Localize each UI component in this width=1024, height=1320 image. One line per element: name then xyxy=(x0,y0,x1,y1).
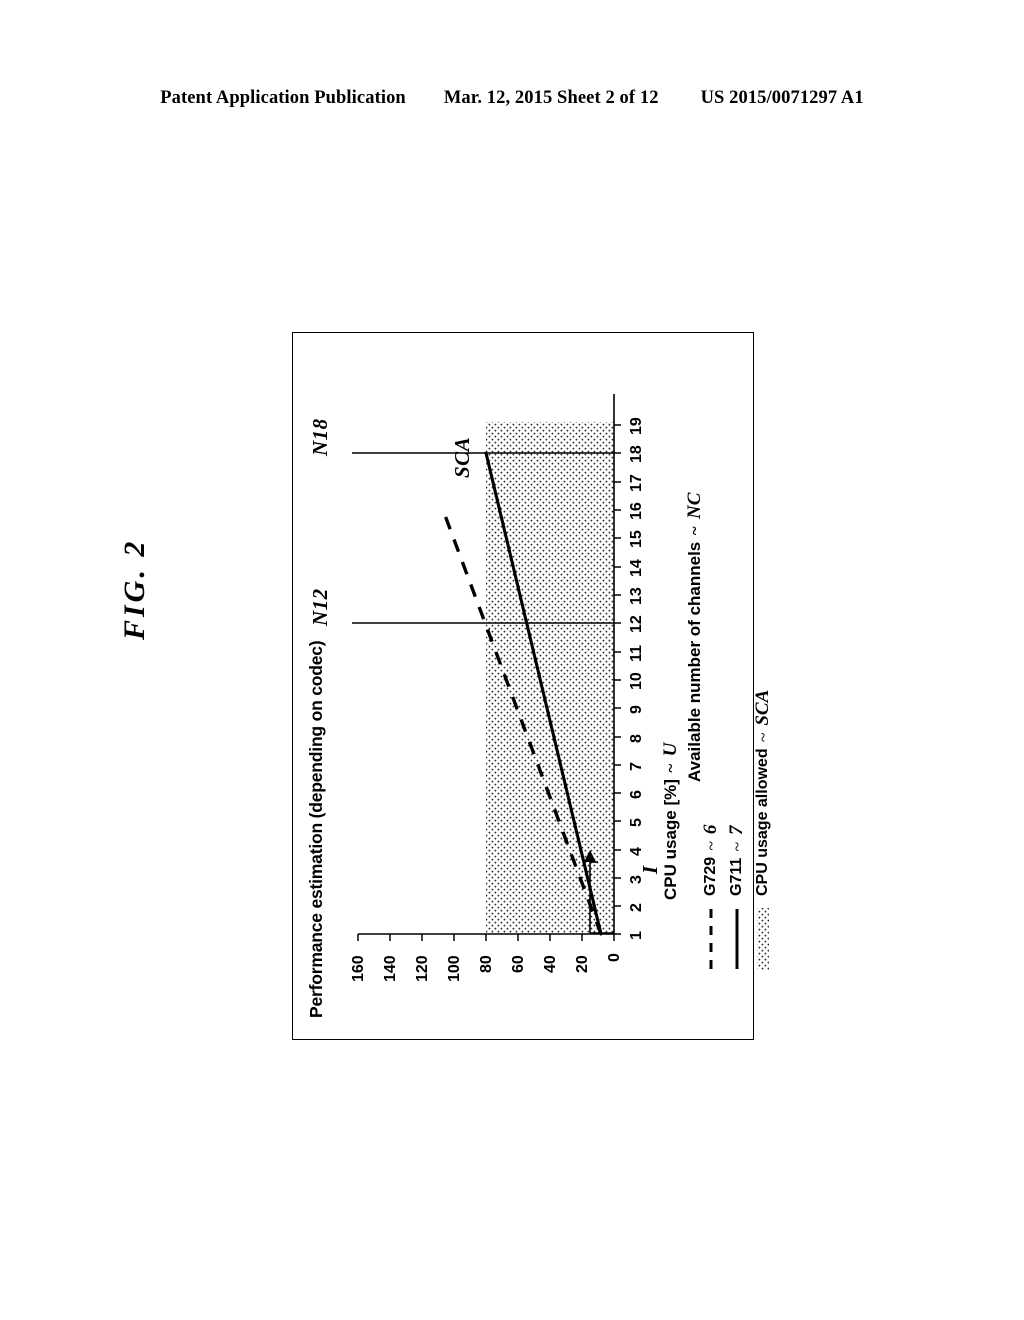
legend-ref-cpu-allowed: SCA xyxy=(752,689,773,726)
x-tick-16: 16 xyxy=(628,502,645,520)
legend-item-g729: G729 ~ 6 xyxy=(700,550,722,970)
legend-label-cpu-allowed: CPU usage allowed xyxy=(754,748,771,896)
x-tick-7: 7 xyxy=(628,762,645,771)
y-tick-0: 0 xyxy=(606,953,623,962)
legend-ref-g711: 7 xyxy=(726,825,747,835)
x-tick-5: 5 xyxy=(628,818,645,827)
annotation-sca: SCA xyxy=(450,436,474,478)
y-tick-120: 120 xyxy=(414,955,431,982)
x-tick-2: 2 xyxy=(628,903,645,912)
x-tick-11: 11 xyxy=(628,645,645,662)
legend-item-g711: G711 ~ 7 xyxy=(726,550,748,970)
y-tick-marks xyxy=(357,934,615,941)
y-tick-100: 100 xyxy=(446,955,463,982)
x-tick-14: 14 xyxy=(628,559,645,577)
legend-ref-g729: 6 xyxy=(700,824,721,835)
annotation-n12: N12 xyxy=(308,588,332,626)
x-tick-12: 12 xyxy=(628,615,645,633)
y-tick-20: 20 xyxy=(574,955,591,973)
y-tick-140: 140 xyxy=(382,955,399,982)
x-tick-15: 15 xyxy=(628,530,645,548)
x-tick-4: 4 xyxy=(628,847,645,856)
y-tick-80: 80 xyxy=(478,955,495,973)
x-tick-6: 6 xyxy=(628,790,645,799)
chart-svg xyxy=(352,394,621,941)
y-tick-40: 40 xyxy=(542,955,559,973)
y-tick-60: 60 xyxy=(510,955,527,973)
x-tick-8: 8 xyxy=(628,734,645,743)
x-axis-title-ref: NC xyxy=(684,492,705,520)
legend-swatch-dotted xyxy=(755,908,771,970)
chart-legend: G729 ~ 6 G711 ~ 7 CPU usage allowed ~ SC… xyxy=(700,550,778,970)
x-tick-19: 19 xyxy=(628,417,645,435)
plot-area: 1 2 3 4 5 6 7 8 9 10 11 12 13 14 15 16 1… xyxy=(308,382,662,982)
figure-label: FIG. 2 xyxy=(118,538,151,640)
annotation-n18: N18 xyxy=(308,418,332,456)
y-axis-title-ref: U xyxy=(660,742,681,757)
x-tick-17: 17 xyxy=(628,474,645,492)
x-tick-1: 1 xyxy=(628,931,645,940)
x-tick-3: 3 xyxy=(628,875,645,884)
figure-2-container: Performance estimation (depending on cod… xyxy=(292,332,773,1040)
x-tick-marks xyxy=(614,424,621,935)
legend-swatch-solid xyxy=(729,908,745,970)
x-tick-10: 10 xyxy=(628,672,645,690)
y-tick-160: 160 xyxy=(350,955,367,982)
y-axis-title: CPU usage [%] xyxy=(661,779,680,900)
header-date-sheet: Mar. 12, 2015 Sheet 2 of 12 xyxy=(443,88,659,108)
chart-title: Performance estimation (depending on cod… xyxy=(306,640,326,1018)
x-tick-9: 9 xyxy=(628,705,645,714)
patent-header: Patent Application Publication Mar. 12, … xyxy=(0,88,1024,118)
x-tick-18: 18 xyxy=(628,445,645,463)
legend-swatch-dashed xyxy=(703,908,719,970)
legend-label-g729: G729 xyxy=(702,856,719,896)
y-axis-title-group: CPU usage [%]~U xyxy=(660,742,681,900)
x-tick-13: 13 xyxy=(628,587,645,605)
header-publication-title: Patent Application Publication xyxy=(160,88,406,108)
legend-label-g711: G711 xyxy=(728,857,745,896)
legend-item-cpu-allowed: CPU usage allowed ~ SCA xyxy=(752,550,774,970)
header-patent-number: US 2015/0071297 A1 xyxy=(700,88,864,108)
